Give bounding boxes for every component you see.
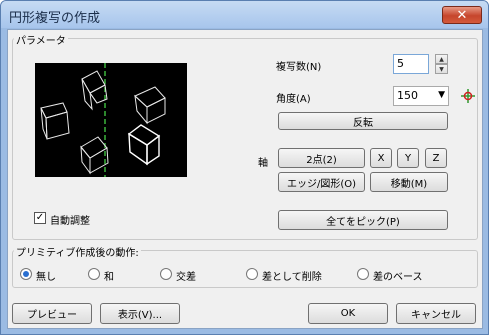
axis-x-button[interactable]: X	[370, 148, 392, 168]
cube-selected	[127, 124, 161, 166]
cube-right-top	[134, 86, 166, 125]
ok-button[interactable]: OK	[308, 303, 388, 324]
radio-subtract-delete-label: 差として削除	[262, 272, 322, 283]
crosshair-pick-icon[interactable]	[460, 88, 476, 104]
post-action-group-label: プリミティブ作成後の動作:	[14, 244, 141, 259]
reverse-button[interactable]: 反転	[278, 112, 448, 130]
cube-bottom-left	[80, 136, 109, 175]
cube-left	[40, 102, 70, 140]
two-points-button[interactable]: 2点(2)	[278, 148, 365, 168]
pick-all-button[interactable]: 全てをピック(P)	[278, 210, 448, 230]
display-button[interactable]: 表示(V)...	[100, 303, 180, 324]
window-title: 円形複写の作成	[9, 11, 101, 26]
preview-canvas	[35, 63, 187, 177]
radio-subtract-base[interactable]	[357, 268, 369, 280]
angle-label: 角度(A)	[276, 94, 311, 105]
dialog-body: パラメータ 複写数(N) 5 ▲ ▼ 角度(A) 150 ▼ 反転 軸 2点(2…	[7, 29, 483, 329]
chevron-down-icon: ▼	[438, 90, 445, 100]
angle-select[interactable]: 150 ▼	[393, 86, 449, 106]
radio-intersect[interactable]	[160, 268, 172, 280]
auto-adjust-checkbox[interactable]: ✓	[34, 212, 46, 224]
copies-label: 複写数(N)	[276, 62, 322, 73]
title-bar[interactable]: 円形複写の作成 ✕	[1, 1, 488, 28]
close-button[interactable]: ✕	[442, 6, 482, 24]
axis-label: 軸	[258, 158, 268, 169]
radio-subtract-base-label: 差のベース	[373, 272, 423, 283]
cancel-button[interactable]: キャンセル	[396, 303, 476, 324]
copies-input[interactable]: 5	[393, 54, 429, 74]
radio-none-label: 無し	[36, 272, 56, 283]
parameters-group-label: パラメータ	[14, 32, 68, 47]
copies-stepper[interactable]: ▲ ▼	[435, 54, 448, 74]
cube-top	[81, 70, 108, 111]
radio-union[interactable]	[88, 268, 100, 280]
edge-shape-button[interactable]: エッジ/図形(O)	[278, 172, 365, 192]
move-button[interactable]: 移動(M)	[370, 172, 448, 192]
dialog-window: 円形複写の作成 ✕ パラメータ 複写数(N) 5 ▲ ▼ 角度(A) 150 ▼…	[0, 0, 489, 335]
radio-union-label: 和	[104, 272, 114, 283]
axis-z-button[interactable]: Z	[425, 148, 447, 168]
angle-value: 150	[397, 89, 418, 102]
spin-up-icon[interactable]: ▲	[435, 54, 448, 64]
axis-y-button[interactable]: Y	[397, 148, 419, 168]
radio-subtract-delete[interactable]	[246, 268, 258, 280]
radio-none[interactable]	[20, 268, 32, 280]
radio-intersect-label: 交差	[176, 272, 196, 283]
spin-down-icon[interactable]: ▼	[435, 64, 448, 74]
auto-adjust-label: 自動調整	[50, 216, 90, 227]
preview-button[interactable]: プレビュー	[12, 303, 92, 324]
